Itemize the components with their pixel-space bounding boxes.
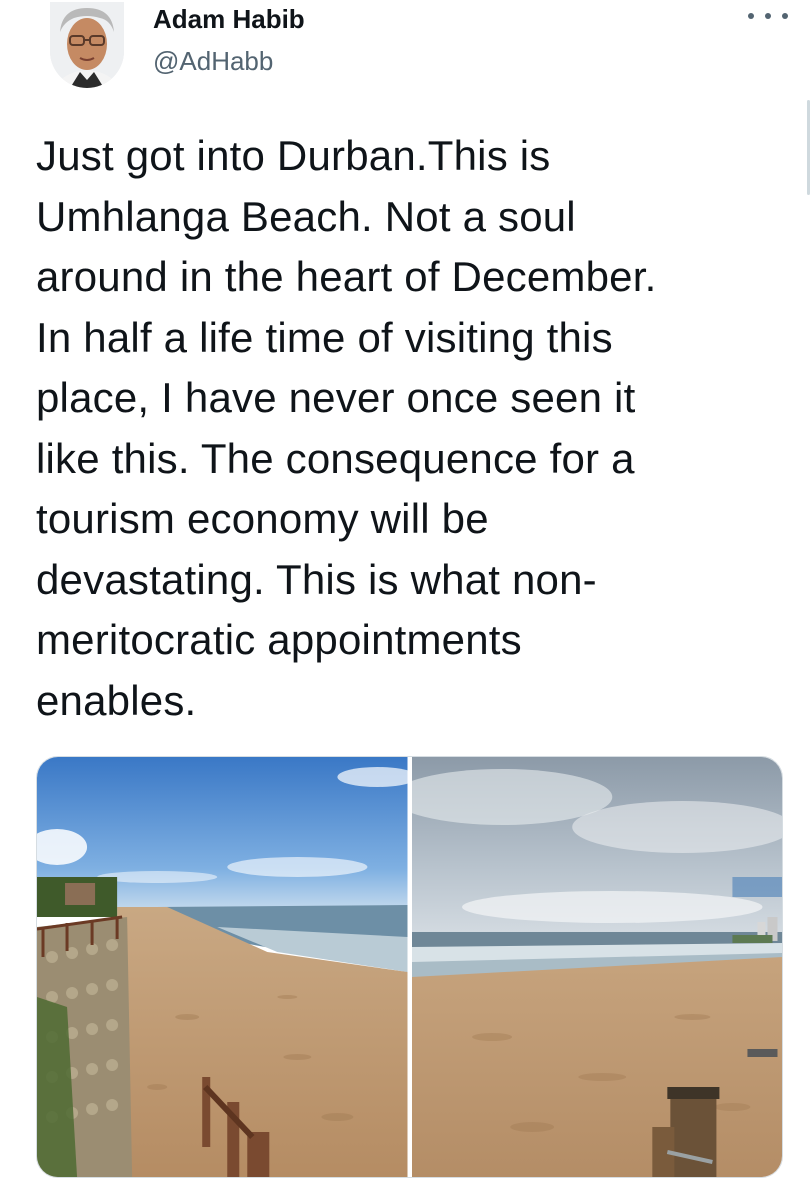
tweet-text-line: In half a life time of visiting this xyxy=(36,313,613,361)
tweet-text-line: around in the heart of December. xyxy=(36,253,657,300)
tweet-text-line: meritocratic appointments xyxy=(36,616,522,663)
author-handle[interactable]: @AdHabb xyxy=(153,46,273,77)
tweet-card: Adam Habib @AdHabb Just got into Durban.… xyxy=(0,0,810,1200)
dot xyxy=(782,13,788,19)
beach-photo-2-image xyxy=(411,757,782,1177)
tweet-text: Just got into Durban.This is Umhlanga Be… xyxy=(36,126,796,731)
avatar-photo xyxy=(50,2,124,88)
more-horizontal-icon[interactable] xyxy=(748,4,788,28)
author-name[interactable]: Adam Habib xyxy=(153,4,305,35)
beach-photo-1-image xyxy=(37,757,408,1177)
media-grid xyxy=(36,756,783,1178)
tweet-text-line: Just got into Durban.This is xyxy=(36,132,551,179)
beach-photo-2[interactable] xyxy=(411,757,782,1177)
tweet-text-line: devastating. This is what non- xyxy=(36,555,597,603)
avatar[interactable] xyxy=(50,2,124,88)
dot xyxy=(765,13,771,19)
tweet-text-line: enables. xyxy=(36,676,197,724)
dot xyxy=(748,13,754,19)
tweet-text-line: place, I have never once seen it xyxy=(36,374,636,421)
tweet-text-line: like this. The consequence for a xyxy=(36,434,635,482)
tweet-text-line: tourism economy will be xyxy=(36,495,489,542)
beach-photo-1[interactable] xyxy=(37,757,408,1177)
tweet-text-line: Umhlanga Beach. Not a soul xyxy=(36,192,576,240)
